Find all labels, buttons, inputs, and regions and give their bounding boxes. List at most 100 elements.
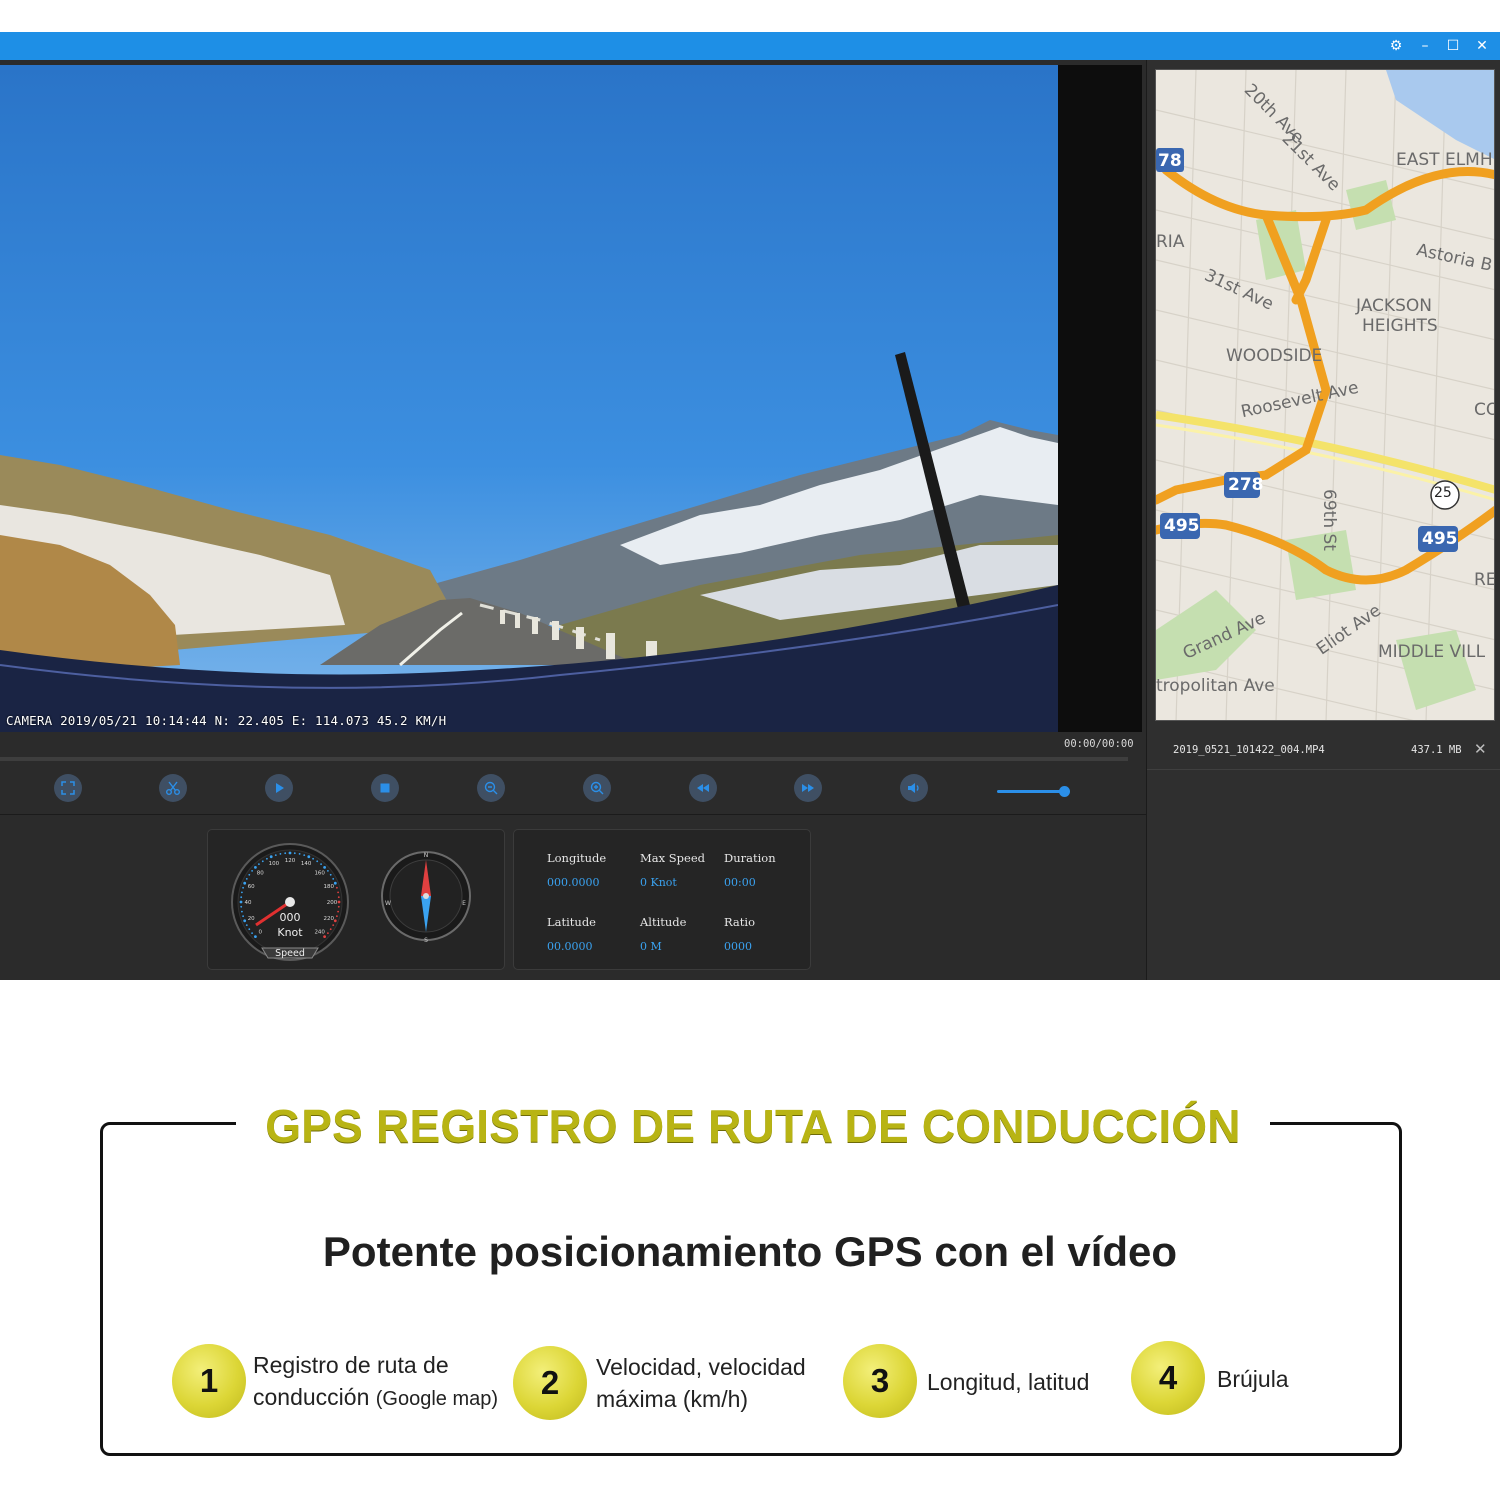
zoom-out-icon[interactable]: [477, 774, 505, 802]
feature-2-line2: máxima (km/h): [596, 1386, 749, 1412]
speedometer-tick-dot: [329, 928, 332, 931]
rewind-icon[interactable]: [689, 774, 717, 802]
speedometer-tick-dot: [303, 854, 306, 856]
timecode: 00:00/00:00: [1064, 738, 1134, 750]
map-label: 278: [1228, 475, 1264, 495]
video-letterbox: [1058, 65, 1142, 732]
feature-2-line1: Velocidad, velocidad: [596, 1354, 806, 1380]
altitude-label: Altitude: [640, 915, 687, 929]
speedometer-tick-dot: [323, 935, 326, 938]
speedometer-hub: [285, 897, 295, 907]
speedometer-tick-label: 80: [257, 870, 264, 876]
speedometer-tick-dot: [329, 873, 332, 876]
speed-unit: Knot: [277, 926, 303, 939]
stop-icon[interactable]: [371, 774, 399, 802]
settings-icon[interactable]: ⚙: [1386, 36, 1406, 56]
speedometer-tick-dot: [333, 881, 337, 885]
compass-s: S: [424, 937, 428, 944]
progress-bar[interactable]: [0, 757, 1128, 761]
close-icon[interactable]: ✕: [1472, 36, 1492, 56]
zoom-in-icon[interactable]: [583, 774, 611, 802]
map-label: 69th St: [1318, 489, 1339, 551]
video-osd-overlay: CAMERA 2019/05/21 10:14:44 N: 22.405 E: …: [6, 713, 447, 728]
feature-2-badge: 2: [513, 1346, 587, 1420]
speedometer-tick-dot: [337, 900, 341, 904]
gauge-panel: 0 20 40 60 80 100 120 140 160 180 200 220 240 000 Kn…: [207, 829, 505, 970]
speedometer-tick-dot: [293, 852, 296, 855]
play-icon[interactable]: [265, 774, 293, 802]
feature-1-text: Registro de ruta de conducción (Google m…: [253, 1349, 498, 1415]
feature-1-line2: conducción (Google map): [253, 1381, 498, 1415]
speedometer-tick-dot: [312, 857, 314, 860]
speedometer-tick-dot: [266, 857, 268, 860]
map-label: HEIGHTS: [1362, 316, 1438, 336]
speedometer-tick-dot: [332, 878, 335, 880]
speedometer-tick-dot: [332, 924, 335, 926]
compass-n: N: [424, 852, 429, 859]
speedometer-tick-label: 120: [285, 858, 296, 864]
maximize-icon[interactable]: ☐: [1443, 36, 1463, 56]
speedometer-tick-label: 20: [248, 916, 255, 922]
speedometer-tick-dot: [327, 932, 329, 934]
speedometer-tick-dot: [243, 919, 247, 923]
speedometer-tick-dot: [269, 855, 273, 859]
ratio-value: 0000: [724, 940, 752, 953]
map-label: 25: [1434, 485, 1452, 501]
map-label: RE: [1474, 570, 1495, 590]
remove-file-icon[interactable]: ✕: [1474, 740, 1487, 758]
video-view[interactable]: CAMERA 2019/05/21 10:14:44 N: 22.405 E: …: [0, 65, 1058, 732]
speedometer-tick-dot: [242, 915, 244, 918]
fast-forward-icon[interactable]: [794, 774, 822, 802]
promo-title-wrap: GPS REGISTRO DE RUTA DE CONDUCCIÓN: [236, 1098, 1270, 1154]
feature-2-text: Velocidad, velocidad máxima (km/h): [596, 1351, 806, 1415]
video-frame: [0, 65, 1058, 732]
minimize-icon[interactable]: –: [1415, 36, 1435, 56]
speedometer-tick-dot: [337, 905, 340, 908]
longitude-label: Longitude: [547, 851, 607, 865]
speedometer-tick-dot: [288, 851, 292, 855]
promo-title: GPS REGISTRO DE RUTA DE CONDUCCIÓN: [265, 1100, 1241, 1152]
playlist-item[interactable]: 2019_0521_101422_004.MP4 437.1 MB ✕: [1147, 734, 1500, 770]
feature-4-text: Brújula: [1217, 1366, 1289, 1392]
max-speed-value: 0 Knot: [640, 876, 677, 889]
speedometer-tick-dot: [336, 915, 338, 918]
latitude-value: 00.0000: [547, 940, 593, 953]
speedometer-tick-dot: [245, 924, 248, 926]
speedometer-tick-dot: [336, 886, 338, 889]
volume-icon[interactable]: [900, 774, 928, 802]
fullscreen-icon[interactable]: [54, 774, 82, 802]
latitude-label: Latitude: [547, 915, 596, 929]
speedometer-tick-label: 200: [327, 900, 338, 906]
speedometer-tick-label: 140: [301, 861, 312, 867]
speedometer-tick-dot: [254, 866, 257, 869]
compass: N S E W: [381, 851, 471, 944]
speedometer: 0 20 40 60 80 100 120 140160 180 200 220 240 000 Kn…: [231, 843, 471, 961]
speedometer-tick-dot: [307, 855, 311, 859]
map-label: EAST ELMH: [1396, 150, 1493, 170]
cut-icon[interactable]: [159, 774, 187, 802]
speedometer-tick-dot: [251, 932, 253, 934]
speedometer-tick-dot: [248, 928, 251, 931]
feature-3-badge: 3: [843, 1344, 917, 1418]
speedometer-tick-dot: [251, 870, 253, 872]
map-label: RIA: [1156, 232, 1185, 252]
speedometer-tick-dot: [337, 896, 340, 899]
speedometer-tick-dot: [337, 891, 339, 894]
toolbar-divider: [0, 814, 1146, 815]
speedometer-tick-dot: [243, 881, 247, 885]
altitude-value: 0 M: [640, 940, 662, 953]
feature-4-badge: 4: [1131, 1341, 1205, 1415]
route-map[interactable]: 20th Ave 21st Ave EAST ELMH 78 RIA Astor…: [1155, 69, 1495, 721]
speedometer-tick-dot: [245, 878, 248, 880]
volume-slider-handle[interactable]: [1059, 786, 1070, 797]
feature-1-badge: 1: [172, 1344, 246, 1418]
speedometer-tick-dot: [327, 870, 329, 872]
feature-3-text: Longitud, latitud: [927, 1369, 1090, 1395]
speedometer-tick-dot: [239, 900, 243, 904]
volume-slider[interactable]: [997, 790, 1063, 793]
map-label: JACKSON: [1356, 296, 1432, 316]
compass-w: W: [385, 900, 391, 907]
speedometer-tick-dot: [333, 919, 337, 923]
longitude-value: 000.0000: [547, 876, 600, 889]
duration-label: Duration: [724, 851, 776, 865]
